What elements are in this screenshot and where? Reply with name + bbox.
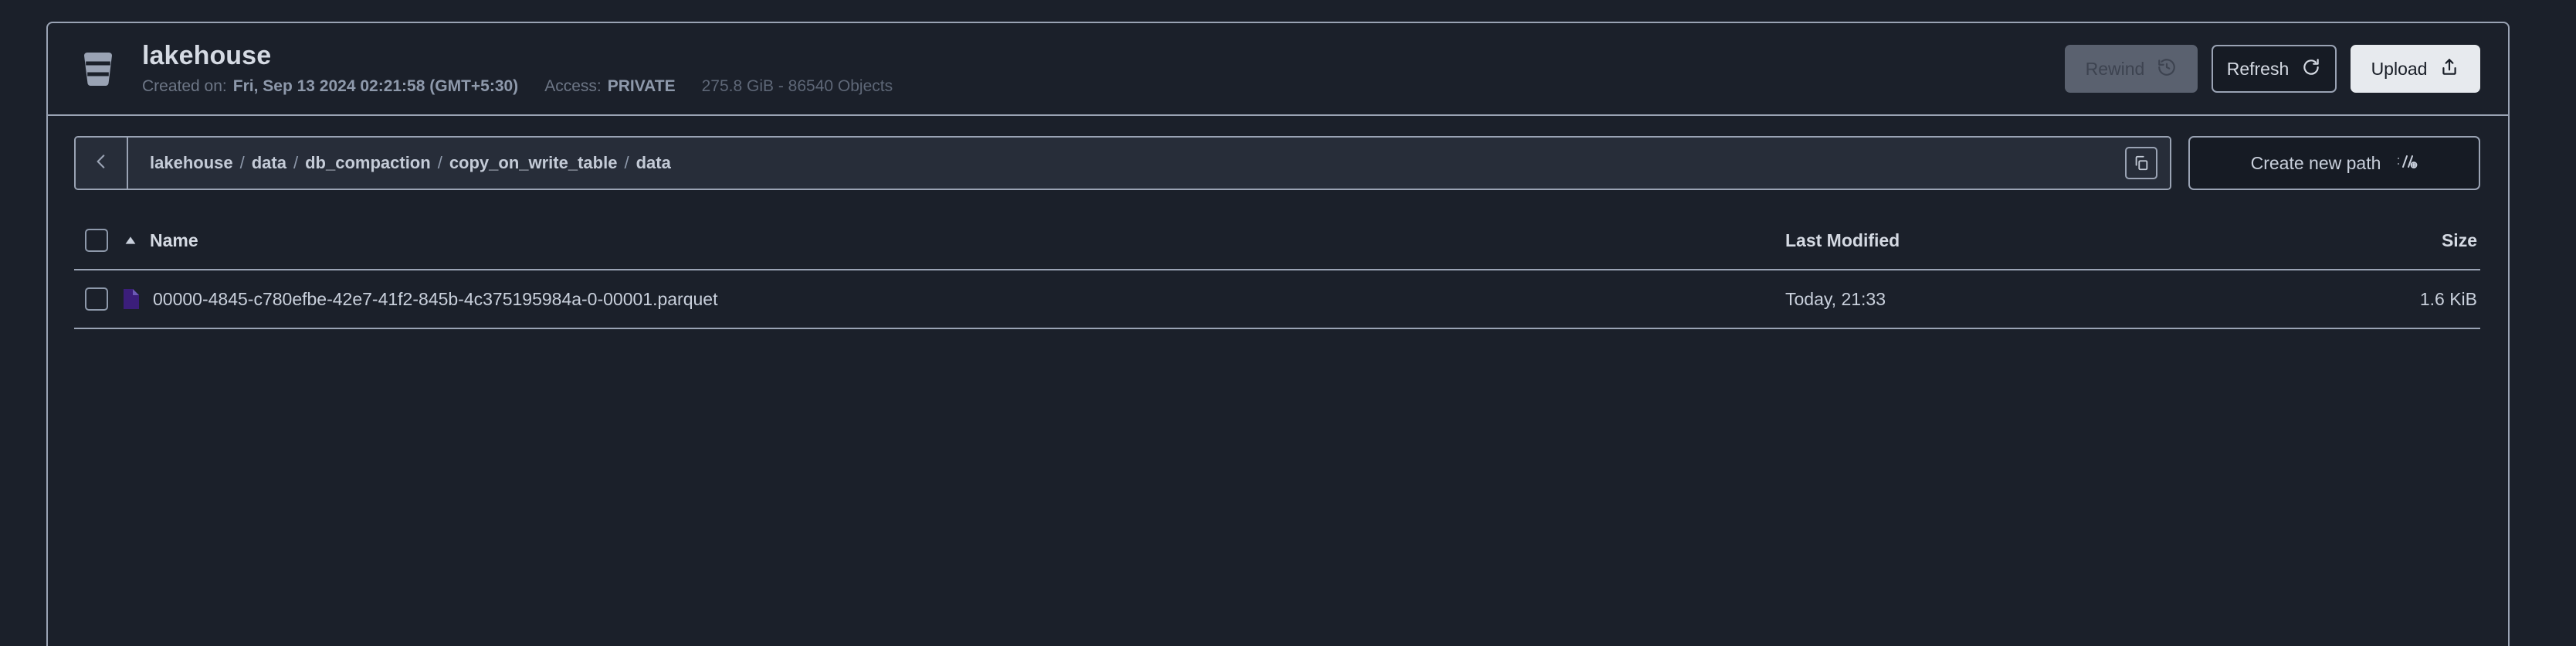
copy-icon xyxy=(2125,147,2157,179)
header-actions: Rewind Refresh Upload xyxy=(2065,45,2480,93)
column-header-last-modified[interactable]: Last Modified xyxy=(1785,230,2341,251)
breadcrumb-item-0[interactable]: lakehouse xyxy=(150,153,233,173)
select-all-checkbox[interactable] xyxy=(85,229,108,252)
row-last-modified-cell: Today, 21:33 xyxy=(1785,289,2341,310)
access-label: Access: xyxy=(544,77,602,96)
row-name-cell: 00000-4845-c780efbe-42e7-41f2-845b-4c375… xyxy=(122,287,1785,311)
row-size-cell: 1.6 KiB xyxy=(2341,289,2480,310)
bucket-usage: 275.8 GiB - 86540 Objects xyxy=(701,77,893,96)
table-row[interactable]: 00000-4845-c780efbe-42e7-41f2-845b-4c375… xyxy=(74,270,2480,329)
row-select-cell xyxy=(74,287,122,311)
bucket-icon xyxy=(74,45,122,93)
breadcrumb-separator-3: / xyxy=(624,153,629,172)
row-size: 1.6 KiB xyxy=(2419,288,2477,309)
breadcrumb-separator-2: / xyxy=(437,153,442,172)
parquet-file-icon xyxy=(122,287,141,311)
breadcrumb-item-1[interactable]: data xyxy=(252,153,286,173)
objects-table: Name Last Modified Size 00000-4845-c780e… xyxy=(74,212,2480,329)
rewind-button[interactable]: Rewind xyxy=(2065,45,2198,93)
bucket-card: lakehouse Created on: Fri, Sep 13 2024 0… xyxy=(46,22,2510,646)
breadcrumb-item-2[interactable]: db_compaction xyxy=(305,153,431,173)
breadcrumb: lakehouse / data / db_compaction / copy_… xyxy=(128,138,2113,189)
path-bar: lakehouse / data / db_compaction / copy_… xyxy=(74,136,2171,190)
page-title: lakehouse xyxy=(142,41,272,71)
copy-path-button[interactable] xyxy=(2113,138,2170,189)
created-on-value: Fri, Sep 13 2024 02:21:58 (GMT+5:30) xyxy=(232,77,519,96)
bucket-title-block: lakehouse Created on: Fri, Sep 13 2024 0… xyxy=(142,41,893,96)
object-browser-page: lakehouse Created on: Fri, Sep 13 2024 0… xyxy=(0,0,2576,646)
refresh-button-label: Refresh xyxy=(2226,58,2290,79)
table-header-row: Name Last Modified Size xyxy=(74,212,2480,270)
refresh-icon xyxy=(2301,57,2321,80)
column-header-name[interactable]: Name xyxy=(122,230,1785,251)
upload-icon xyxy=(2439,57,2459,80)
breadcrumb-separator-1: / xyxy=(293,153,299,172)
access-value: PRIVATE xyxy=(607,77,676,96)
bucket-body: lakehouse / data / db_compaction / copy_… xyxy=(48,116,2508,329)
rewind-clock-icon xyxy=(2157,57,2177,80)
created-on-label: Created on: xyxy=(142,77,227,96)
breadcrumb-item-3[interactable]: copy_on_write_table xyxy=(449,153,618,173)
select-all-cell xyxy=(74,229,122,252)
bucket-header: lakehouse Created on: Fri, Sep 13 2024 0… xyxy=(48,23,2508,116)
refresh-button[interactable]: Refresh xyxy=(2212,45,2337,93)
breadcrumb-separator-0: / xyxy=(239,153,245,172)
new-path-icon xyxy=(2396,151,2418,175)
column-header-size[interactable]: Size xyxy=(2341,230,2480,251)
breadcrumb-item-4[interactable]: data xyxy=(636,153,671,173)
create-new-path-label: Create new path xyxy=(2250,152,2381,173)
column-header-size-label: Size xyxy=(2441,230,2477,250)
chevron-left-icon xyxy=(91,151,111,175)
back-button[interactable] xyxy=(76,138,128,189)
create-new-path-button[interactable]: Create new path xyxy=(2188,136,2480,190)
upload-button-label: Upload xyxy=(2371,58,2428,79)
row-checkbox[interactable] xyxy=(85,287,108,311)
column-header-name-label: Name xyxy=(150,230,198,250)
sort-ascending-icon xyxy=(122,232,139,249)
path-row: lakehouse / data / db_compaction / copy_… xyxy=(74,136,2480,190)
rewind-button-label: Rewind xyxy=(2085,58,2145,79)
bucket-metadata: Created on: Fri, Sep 13 2024 02:21:58 (G… xyxy=(142,76,893,96)
row-file-name[interactable]: 00000-4845-c780efbe-42e7-41f2-845b-4c375… xyxy=(153,289,718,310)
upload-button[interactable]: Upload xyxy=(2351,45,2480,93)
column-header-last-modified-label: Last Modified xyxy=(1785,230,1900,250)
row-last-modified: Today, 21:33 xyxy=(1785,288,1886,309)
